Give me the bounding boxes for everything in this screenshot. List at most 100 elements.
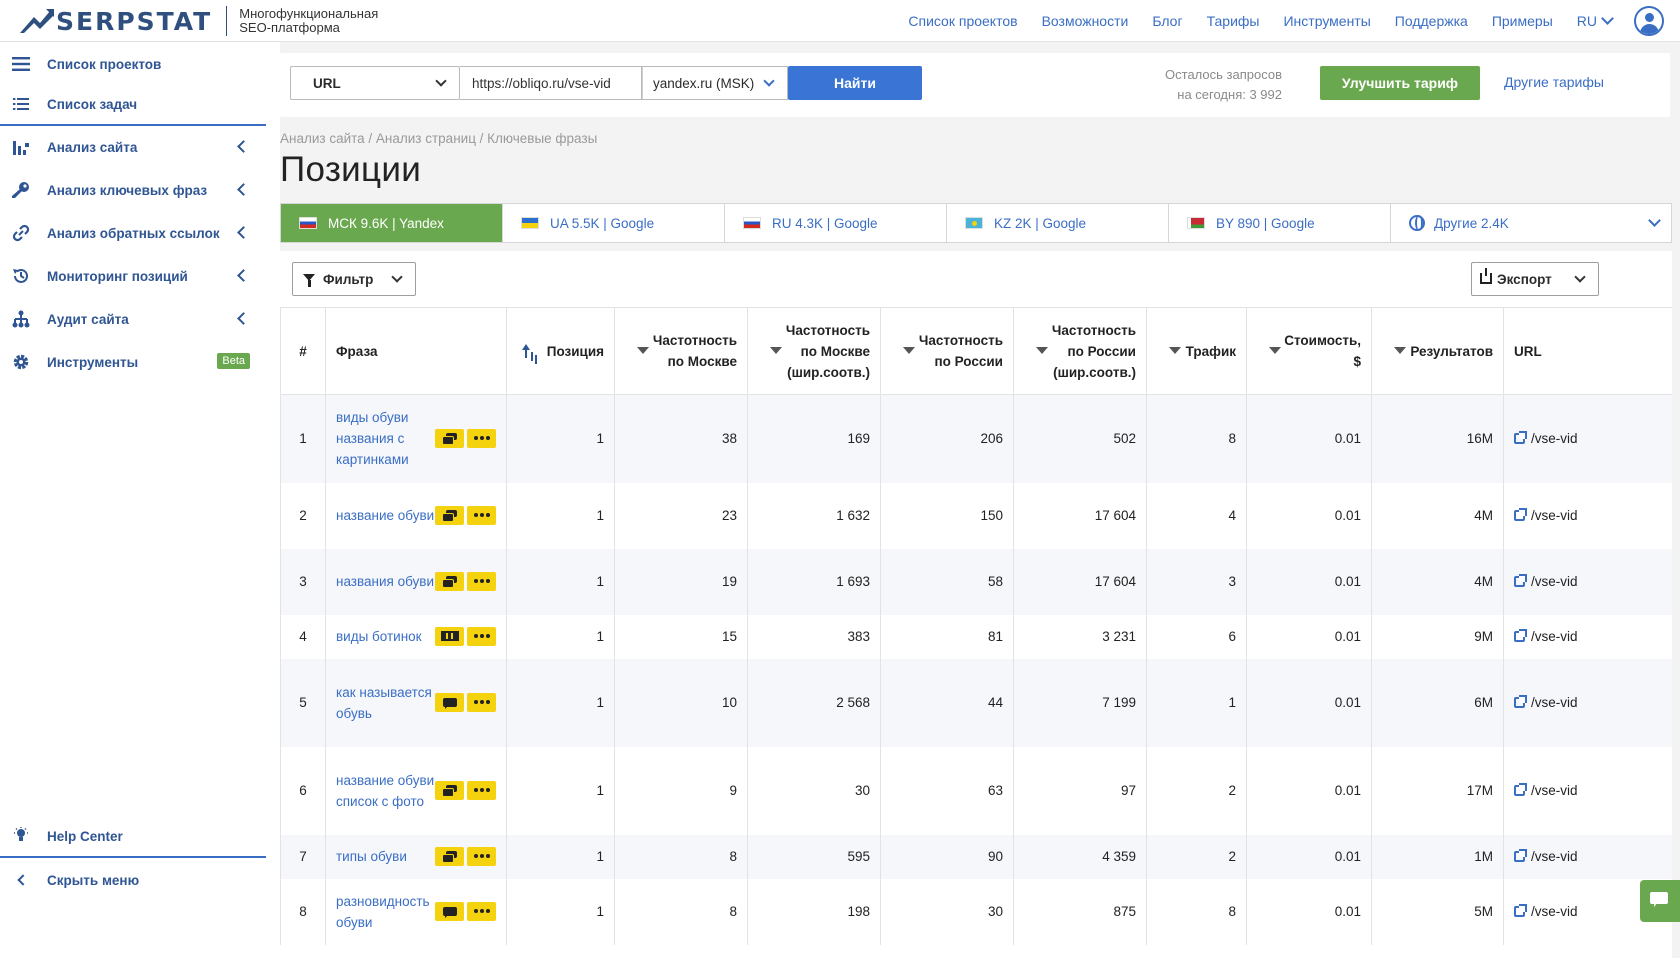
tab-by-google[interactable]: BY 890 | Google [1169, 204, 1391, 242]
col-header-freq-msk[interactable]: Частотность по Москве [614, 307, 748, 395]
nav-pricing[interactable]: Тарифы [1207, 13, 1260, 29]
chat-icon[interactable] [1640, 880, 1680, 922]
phrase-link[interactable]: название обуви [336, 505, 436, 526]
col-header-freq-msk-wide[interactable]: Частотность по Москве (шир.соотв.) [747, 307, 881, 395]
url-cell[interactable]: /vse-vid [1503, 834, 1672, 879]
results-cell: 5M [1371, 878, 1504, 945]
more-features-badge[interactable] [467, 571, 496, 591]
sidebar-item-backlinks[interactable]: Анализ обратных ссылок [0, 211, 266, 255]
external-link-icon [1514, 508, 1527, 521]
nav-projects[interactable]: Список проектов [908, 13, 1017, 29]
col-header-label: по Москве [667, 354, 737, 369]
sidebar-item-rank-tracking[interactable]: Мониторинг позиций [0, 254, 266, 298]
sidebar-item-tasks[interactable]: Список задач [0, 82, 266, 126]
url-link[interactable]: /vse-vid [1531, 695, 1578, 710]
serp-feature-badge[interactable] [435, 428, 464, 448]
serp-feature-badge[interactable] [435, 626, 464, 646]
table-row: 6 название обуви список с фото 1 9 30 63 97 2 0.… [280, 746, 1672, 835]
col-header-position[interactable]: Позиция [506, 307, 615, 395]
url-cell[interactable]: /vse-vid [1503, 548, 1672, 615]
region-tabs: МСК 9.6K | Yandex UA 5.5K | Google RU 4.… [280, 203, 1672, 243]
phrase-link[interactable]: название обуви список с фото [336, 770, 436, 812]
serp-feature-badge[interactable] [435, 571, 464, 591]
phrase-link[interactable]: разновидность обуви [336, 891, 436, 933]
nav-tools[interactable]: Инструменты [1283, 13, 1370, 29]
url-cell[interactable]: /vse-vid [1503, 394, 1672, 483]
url-cell[interactable]: /vse-vid [1503, 482, 1672, 549]
serp-feature-badge[interactable] [435, 846, 464, 866]
tab-other-regions[interactable]: Другие 2.4K [1391, 204, 1671, 242]
search-engine-select[interactable]: yandex.ru (MSK) [642, 66, 788, 100]
url-link[interactable]: /vse-vid [1531, 849, 1578, 864]
phrase-link[interactable]: названия обуви [336, 571, 436, 592]
tab-ua-google[interactable]: UA 5.5K | Google [503, 204, 725, 242]
url-link[interactable]: /vse-vid [1531, 508, 1578, 523]
external-link-icon [1514, 629, 1527, 642]
sidebar-item-site-audit[interactable]: Аудит сайта [0, 297, 266, 341]
more-features-badge[interactable] [467, 901, 496, 921]
nav-examples[interactable]: Примеры [1492, 13, 1553, 29]
tab-kz-google[interactable]: KZ 2K | Google [947, 204, 1169, 242]
tab-msk-yandex[interactable]: МСК 9.6K | Yandex [281, 204, 503, 242]
serp-feature-badge[interactable] [435, 692, 464, 712]
export-button[interactable]: Экспорт [1471, 262, 1599, 296]
find-button[interactable]: Найти [788, 66, 922, 100]
url-link[interactable]: /vse-vid [1531, 574, 1578, 589]
url-link[interactable]: /vse-vid [1531, 629, 1578, 644]
more-dots-icon [473, 788, 491, 792]
url-cell[interactable]: /vse-vid [1503, 658, 1672, 747]
other-plans-link[interactable]: Другие тарифы [1504, 74, 1604, 90]
url-link[interactable]: /vse-vid [1531, 904, 1578, 919]
serp-feature-badge[interactable] [435, 901, 464, 921]
sort-desc-icon [770, 347, 782, 354]
search-type-select[interactable]: URL [290, 66, 460, 100]
col-header-traffic[interactable]: Трафик [1146, 307, 1247, 395]
serp-feature-badge[interactable] [435, 505, 464, 525]
url-link[interactable]: /vse-vid [1531, 431, 1578, 446]
serp-feature-badge[interactable] [435, 780, 464, 800]
more-features-badge[interactable] [467, 505, 496, 525]
more-features-badge[interactable] [467, 428, 496, 448]
nav-blog[interactable]: Блог [1152, 13, 1182, 29]
phrase-link[interactable]: типы обуви [336, 846, 436, 867]
language-selector[interactable]: RU [1577, 12, 1614, 29]
cost-cell: 0.01 [1246, 394, 1372, 483]
more-features-badge[interactable] [467, 846, 496, 866]
sidebar-help-center[interactable]: Help Center [0, 814, 266, 858]
sidebar-hide-menu[interactable]: Скрыть меню [0, 858, 266, 902]
logo[interactable]: SERPSTAT Многофункциональная SEO-платфор… [20, 6, 378, 36]
phrase-link[interactable]: как называется обувь [336, 682, 436, 724]
logo-divider [226, 6, 228, 36]
col-header-phrase[interactable]: Фраза [325, 307, 507, 395]
sidebar-item-projects[interactable]: Список проектов [0, 42, 266, 86]
col-header-results[interactable]: Результатов [1371, 307, 1504, 395]
nav-features[interactable]: Возможности [1042, 13, 1129, 29]
freq-msk-cell: 15 [614, 614, 748, 659]
flag-by-icon [1187, 217, 1205, 229]
more-features-badge[interactable] [467, 626, 496, 646]
filter-button[interactable]: Фильтр [292, 262, 416, 296]
user-avatar[interactable] [1634, 6, 1664, 36]
sidebar-item-keyword-analysis[interactable]: Анализ ключевых фраз [0, 168, 266, 212]
freq-ru-wide-cell: 17 604 [1013, 482, 1147, 549]
search-type-value: URL [313, 76, 341, 91]
phrase-cell: названия обуви [325, 548, 507, 615]
phrase-link[interactable]: виды обуви названия с картинками [336, 407, 436, 470]
col-header-cost[interactable]: Стоимость, $ [1246, 307, 1372, 395]
sidebar-item-site-analysis[interactable]: Анализ сайта [0, 125, 266, 169]
sidebar-item-tools[interactable]: Инструменты Beta [0, 340, 266, 384]
url-input[interactable]: https://obliqo.ru/vse-vid [460, 66, 642, 100]
col-header-freq-ru[interactable]: Частотность по России [880, 307, 1014, 395]
phrase-link[interactable]: виды ботинок [336, 626, 436, 647]
cost-cell: 0.01 [1246, 834, 1372, 879]
upgrade-plan-button[interactable]: Улучшить тариф [1320, 66, 1480, 100]
more-features-badge[interactable] [467, 780, 496, 800]
url-cell[interactable]: /vse-vid [1503, 746, 1672, 835]
tab-ru-google[interactable]: RU 4.3K | Google [725, 204, 947, 242]
breadcrumb[interactable]: Анализ сайта / Анализ страниц / Ключевые… [280, 131, 597, 146]
col-header-freq-ru-wide[interactable]: Частотность по России (шир.соотв.) [1013, 307, 1147, 395]
more-features-badge[interactable] [467, 692, 496, 712]
url-cell[interactable]: /vse-vid [1503, 614, 1672, 659]
url-link[interactable]: /vse-vid [1531, 783, 1578, 798]
nav-support[interactable]: Поддержка [1395, 13, 1468, 29]
